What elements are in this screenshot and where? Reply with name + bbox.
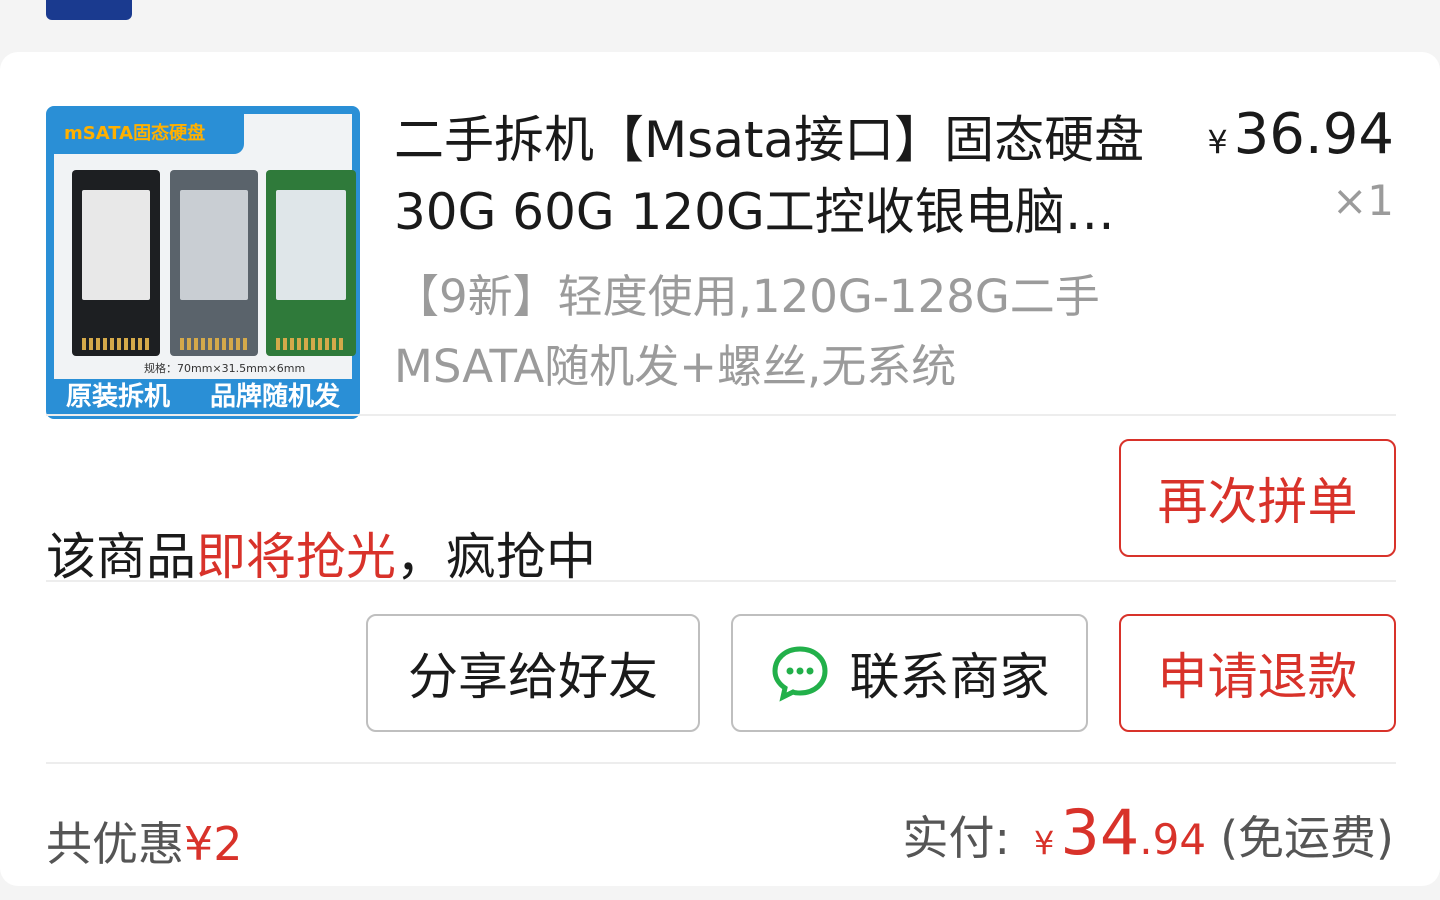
wechat-chat-icon — [771, 646, 828, 702]
divider — [46, 414, 1396, 416]
thumbnail-tag: mSATA固态硬盘 — [54, 114, 244, 154]
discount-label: 共优惠 — [46, 817, 184, 871]
order-card: 规格：70mm×31.5mm×6mm mSATA固态硬盘 原装拆机 品牌随机发 … — [0, 52, 1440, 886]
discount-value: ¥2 — [184, 817, 243, 871]
paid-decimal: .94 — [1139, 815, 1207, 864]
ssd-label — [276, 190, 346, 300]
status-prefix: 该商品 — [46, 528, 196, 586]
thumbnail-caption-bar: 原装拆机 品牌随机发 — [46, 329, 360, 419]
stock-status: 该商品即将抢光，疯抢中 — [46, 517, 596, 589]
price-currency: ¥ — [1207, 123, 1228, 161]
paid-label: 实付: — [902, 811, 1011, 865]
top-strip — [0, 0, 1440, 40]
ssd-label — [82, 190, 150, 300]
reorder-button[interactable]: 再次拼单 — [1119, 439, 1396, 557]
divider — [46, 580, 1396, 582]
contact-seller-button[interactable]: 联系商家 — [731, 614, 1088, 732]
thumbnail-caption-right: 品牌随机发 — [209, 381, 340, 412]
status-suffix: ，疯抢中 — [396, 528, 596, 586]
paid-integer: 34 — [1060, 796, 1140, 869]
paid-summary: 实付: ¥ 34 .94 (免运费) — [903, 796, 1394, 869]
divider — [46, 762, 1396, 764]
discount-summary: 共优惠¥2 — [46, 808, 243, 874]
contact-seller-label: 联系商家 — [849, 648, 1050, 706]
product-title[interactable]: 二手拆机【Msata接口】固态硬盘30G 60G 120G工控收银电脑通用 — [394, 104, 1154, 248]
share-button[interactable]: 分享给好友 — [366, 614, 700, 732]
shop-logo[interactable] — [46, 0, 132, 20]
price-value: 36.94 — [1233, 102, 1394, 167]
status-highlight: 即将抢光 — [196, 528, 396, 586]
product-variant: 【9新】轻度使用,120G-128G二手MSATA随机发+螺丝,无系统 — [394, 270, 1100, 393]
shipping-note: (免运费) — [1220, 811, 1394, 865]
thumbnail-caption-left: 原装拆机 — [65, 381, 170, 412]
refund-button[interactable]: 申请退款 — [1119, 614, 1396, 732]
product-thumbnail[interactable]: 规格：70mm×31.5mm×6mm mSATA固态硬盘 原装拆机 品牌随机发 — [46, 106, 360, 419]
ssd-label — [180, 190, 248, 300]
quantity: ×1 — [1332, 176, 1394, 225]
paid-currency: ¥ — [1034, 824, 1055, 862]
unit-price: ¥36.94 — [1207, 102, 1394, 167]
